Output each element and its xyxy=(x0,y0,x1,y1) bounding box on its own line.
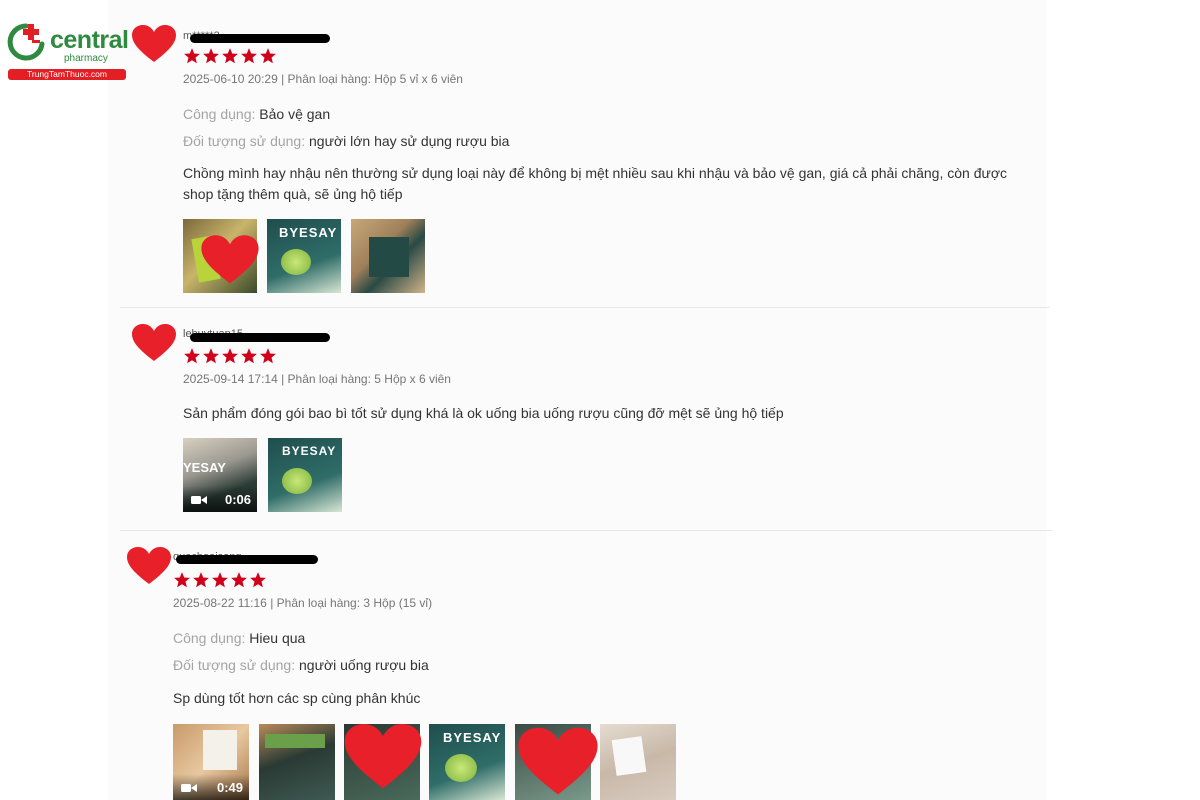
attr-key: Công dụng: xyxy=(173,630,250,646)
attr-key: Công dụng: xyxy=(183,106,260,122)
photo-paper xyxy=(611,736,647,776)
photo-label: YESAY xyxy=(183,460,226,475)
star-icon xyxy=(260,48,276,64)
video-camera-icon xyxy=(181,784,197,792)
avatar-heart-icon xyxy=(127,547,171,584)
star-icon xyxy=(250,572,266,588)
review-meta: 2025-06-10 20:29 | Phân loại hàng: Hộp 5… xyxy=(183,72,463,86)
review-photo[interactable] xyxy=(259,724,335,800)
video-camera-icon xyxy=(191,496,207,504)
avatar-heart-icon xyxy=(132,25,176,62)
logo-cross-icon xyxy=(7,23,45,61)
attr-key: Đối tượng sử dụng: xyxy=(173,657,299,673)
photo-graphic xyxy=(281,249,311,275)
star-icon xyxy=(203,348,219,364)
star-icon xyxy=(203,48,219,64)
photo-product-box xyxy=(265,734,325,748)
review-photo[interactable] xyxy=(351,219,425,293)
central-pharmacy-logo[interactable]: central pharmacy TrungTamThuoc.com xyxy=(6,20,131,82)
star-icon xyxy=(193,572,209,588)
review-meta: 2025-08-22 11:16 | Phân loại hàng: 3 Hộp… xyxy=(173,596,433,610)
review-comment: Sp dùng tốt hơn các sp cùng phân khúc xyxy=(173,690,421,706)
attr-value: Bảo vệ gan xyxy=(259,106,331,122)
review-divider xyxy=(120,530,1052,531)
username-redaction xyxy=(190,34,330,43)
avatar-heart-icon xyxy=(132,324,176,361)
attr-target-user: Đối tượng sử dụng: người uống rượu bia xyxy=(173,656,429,674)
review-photo[interactable]: BYESAY xyxy=(429,724,505,800)
review-video[interactable]: YESAY 0:06 xyxy=(183,438,257,512)
review-photo[interactable]: BYESAY xyxy=(267,219,341,293)
review-photo[interactable]: BYESAY xyxy=(268,438,342,512)
star-icon xyxy=(174,572,190,588)
username-redaction xyxy=(176,555,318,564)
review-meta: 2025-09-14 17:14 | Phân loại hàng: 5 Hộp… xyxy=(183,372,451,386)
review-photo[interactable] xyxy=(600,724,676,800)
attr-value: người uống rượu bia xyxy=(299,657,429,673)
photo-label: BYESAY xyxy=(443,730,502,745)
privacy-heart-icon xyxy=(344,723,422,789)
star-icon xyxy=(241,348,257,364)
logo-brand: central xyxy=(50,26,129,54)
star-icon xyxy=(241,48,257,64)
attr-key: Đối tượng sử dụng: xyxy=(183,133,309,149)
video-duration: 0:49 xyxy=(216,780,243,795)
star-icon xyxy=(184,48,200,64)
photo-label: BYESAY xyxy=(279,225,338,240)
attr-target-user: Đối tượng sử dụng: người lớn hay sử dụng… xyxy=(183,132,509,150)
review-divider xyxy=(120,307,1050,308)
privacy-heart-icon xyxy=(201,235,259,284)
review-comment: Chồng mình hay nhậu nên thường sử dụng l… xyxy=(183,165,1008,202)
star-icon xyxy=(231,572,247,588)
star-icon xyxy=(260,348,276,364)
attr-value: người lớn hay sử dụng rượu bia xyxy=(309,133,510,149)
logo-site: TrungTamThuoc.com xyxy=(8,69,126,80)
rating-stars xyxy=(183,47,277,65)
attr-value: Hieu qua xyxy=(249,630,306,646)
star-icon xyxy=(184,348,200,364)
photo-graphic xyxy=(282,468,312,494)
photo-label: BYESAY xyxy=(282,444,337,458)
star-icon xyxy=(222,48,238,64)
rating-stars xyxy=(173,571,267,589)
review-video[interactable]: 0:49 xyxy=(173,724,249,800)
video-duration: 0:06 xyxy=(224,492,251,507)
star-icon xyxy=(222,348,238,364)
rating-stars xyxy=(183,347,277,365)
attr-usage: Công dụng: Hieu qua xyxy=(173,629,305,647)
photo-paper xyxy=(203,730,237,770)
logo-sub: pharmacy xyxy=(64,53,108,64)
username-redaction xyxy=(190,333,330,342)
review-comment: Sản phẩm đóng gói bao bì tốt sử dụng khá… xyxy=(183,405,784,421)
privacy-heart-icon xyxy=(518,727,598,795)
attr-usage: Công dụng: Bảo vệ gan xyxy=(183,105,330,123)
star-icon xyxy=(212,572,228,588)
photo-graphic xyxy=(445,754,477,782)
photo-product-box xyxy=(369,237,409,277)
